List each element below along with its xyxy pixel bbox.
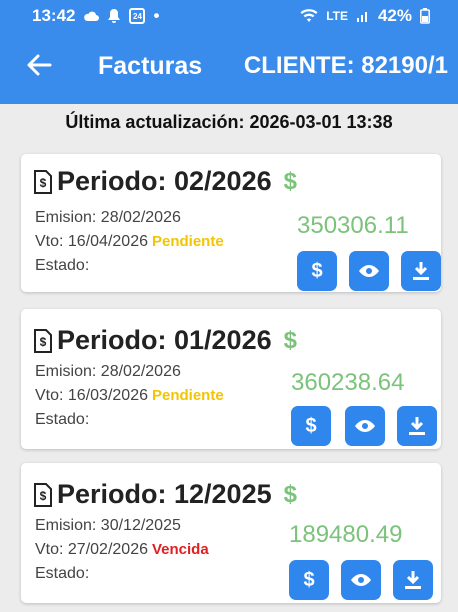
download-icon [413,262,429,280]
due-line: Vto: 27/02/2026 Vencida [35,538,209,562]
pay-button[interactable]: $ [289,560,329,600]
status-badge: Pendiente [151,233,224,250]
status-badge: Vencida [151,541,209,558]
back-arrow-icon[interactable] [24,50,54,80]
invoice-document-icon: $ [34,482,52,507]
download-button[interactable] [397,406,437,446]
last-update-text: Última actualización: 2026-03-01 13:38 [65,112,393,132]
download-icon [405,571,421,589]
due-line: Vto: 16/04/2026 Pendiente [35,230,224,254]
invoice-amount: 189480.49 [289,521,403,548]
view-button[interactable] [345,406,385,446]
svg-text:$: $ [40,489,47,503]
invoice-meta: Emision: 28/02/2026 Vto: 16/03/2026 Pendi… [35,360,224,432]
svg-text:$: $ [40,176,47,190]
dollar-icon: $ [311,259,323,282]
status-bar: 13:42 24 • LTE 42% [0,0,458,32]
invoice-document-icon: $ [34,328,52,353]
bell-icon [108,9,121,23]
wifi-icon [300,9,318,22]
period-label: Periodo: 02/2026 [57,166,272,196]
app-bar: Facturas CLIENTE: 82190/1 [0,32,458,104]
page-title: Facturas [98,52,203,80]
dollar-icon: $ [303,568,315,591]
invoice-meta: Emision: 28/02/2026 Vto: 16/04/2026 Pendi… [35,206,224,278]
due-date: Vto: 16/04/2026 [35,233,148,250]
currency-symbol: $ [283,480,297,508]
status-badge: Pendiente [151,387,224,404]
emission-date: Emision: 30/12/2025 [35,517,181,534]
eye-icon [359,265,379,277]
view-button[interactable] [349,251,389,291]
due-date: Vto: 27/02/2026 [35,541,148,558]
invoice-amount: 360238.64 [291,369,405,396]
battery-icon [420,8,430,24]
status-label: Estado: [35,411,90,428]
pay-button[interactable]: $ [291,406,331,446]
status-label: Estado: [35,257,90,274]
invoice-card: $ Periodo: 12/2025 $ Emision: 30/12/2025… [21,463,441,603]
emission-date: Emision: 28/02/2026 [35,363,181,380]
battery-percent: 42% [377,6,412,25]
status-label: Estado: [35,565,90,582]
dollar-icon: $ [305,414,317,437]
period-label: Periodo: 12/2025 [57,479,272,509]
invoice-period: $ Periodo: 12/2025 $ [33,479,297,510]
due-date: Vto: 16/03/2026 [35,387,148,404]
cloud-icon [84,11,100,21]
view-button[interactable] [341,560,381,600]
invoice-card: $ Periodo: 01/2026 $ Emision: 28/02/2026… [21,309,441,449]
calendar-day: 24 [133,11,142,21]
eye-icon [351,574,371,586]
period-label: Periodo: 01/2026 [57,325,272,355]
invoice-period: $ Periodo: 02/2026 $ [33,166,297,197]
eye-icon [355,420,375,432]
network-label: LTE [326,9,348,23]
invoice-amount: 350306.11 [297,212,409,239]
currency-symbol: $ [283,326,297,354]
download-icon [409,417,425,435]
currency-symbol: $ [283,167,297,195]
status-time: 13:42 [32,6,76,25]
calendar-icon: 24 [129,8,146,24]
pay-button[interactable]: $ [297,251,337,291]
status-dot: • [153,6,160,25]
invoice-meta: Emision: 30/12/2025 Vto: 27/02/2026 Venci… [35,514,209,586]
client-id: CLIENTE: 82190/1 [243,52,448,79]
invoice-document-icon: $ [34,169,52,194]
download-button[interactable] [401,251,441,291]
svg-text:$: $ [40,335,47,349]
download-button[interactable] [393,560,433,600]
signal-icon [356,12,367,22]
invoice-period: $ Periodo: 01/2026 $ [33,325,297,356]
due-line: Vto: 16/03/2026 Pendiente [35,384,224,408]
invoice-card: $ Periodo: 02/2026 $ Emision: 28/02/2026… [21,154,441,292]
emission-date: Emision: 28/02/2026 [35,209,181,226]
